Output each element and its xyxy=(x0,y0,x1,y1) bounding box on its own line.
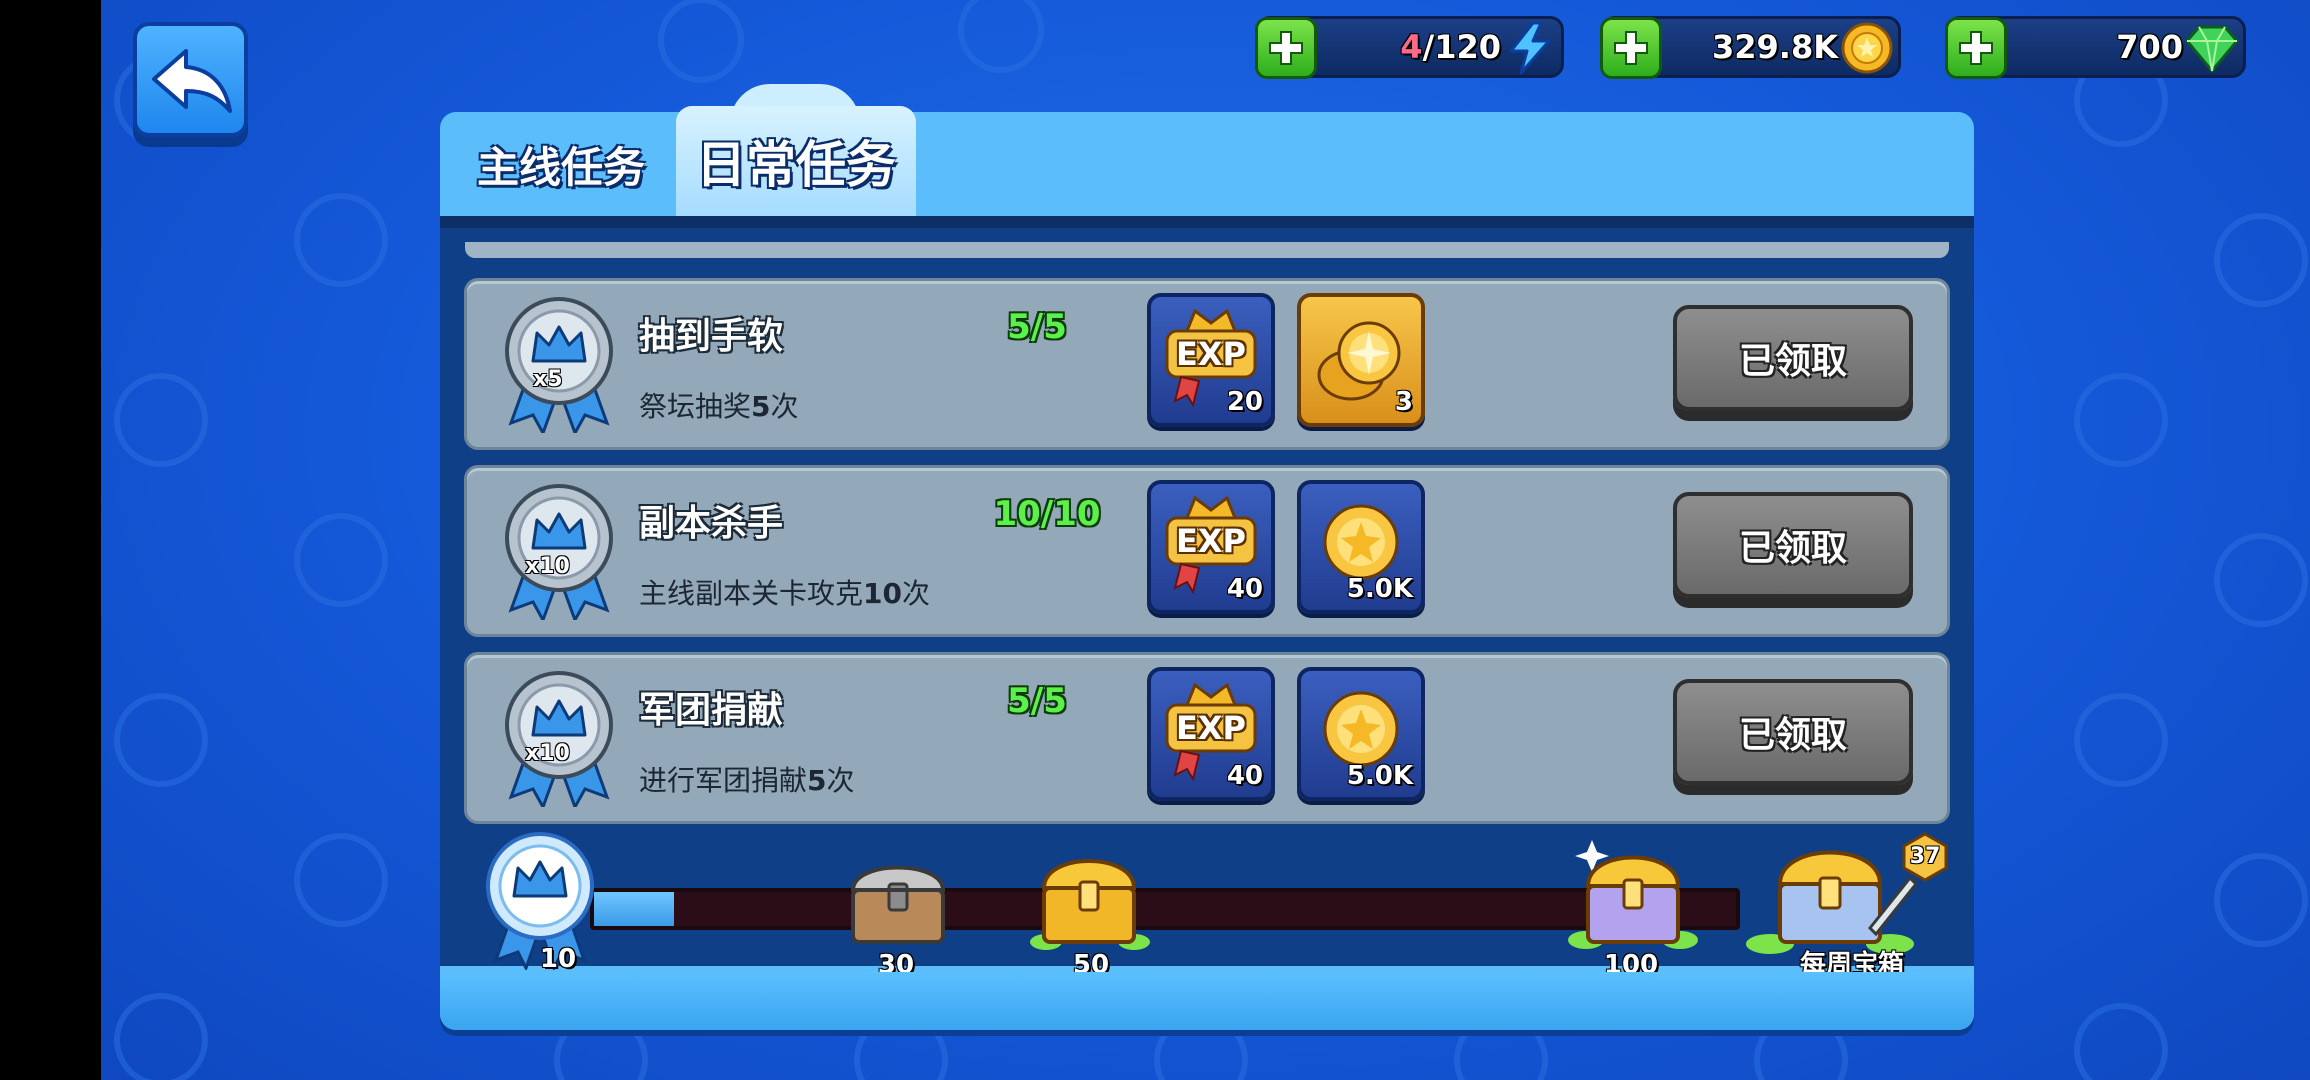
panel-bottom-bar xyxy=(440,972,1974,1030)
reward-quantity: 3 xyxy=(1394,387,1413,417)
reward-quantity: 40 xyxy=(1226,761,1263,791)
reward-exp[interactable]: EXP 40 xyxy=(1147,480,1275,614)
previous-row-edge xyxy=(465,242,1949,258)
task-row: x10 副本杀手 主线副本关卡攻克10次 10/10 EXP 40 5.0K 已… xyxy=(464,465,1950,637)
gem-icon xyxy=(2185,25,2239,73)
task-description: 进行军团捐献5次 xyxy=(639,764,855,797)
plus-icon xyxy=(1614,31,1648,65)
reward-coin[interactable]: 3 xyxy=(1297,293,1425,427)
task-panel: 主线任务 日常任务 x5 抽到手软 祭坛抽奖5次 5/5 EXP 20 3 已领… xyxy=(440,84,1974,1030)
reward-quantity: 5.0K xyxy=(1346,761,1413,791)
add-gems-button[interactable] xyxy=(1945,17,2007,79)
energy-value: 4/120 xyxy=(1400,28,1501,66)
tab-bar: 主线任务 日常任务 xyxy=(440,84,1974,216)
reward-coin[interactable]: 5.0K xyxy=(1297,480,1425,614)
exp-label: EXP xyxy=(1176,335,1246,373)
back-button[interactable] xyxy=(133,22,248,137)
claimed-button[interactable]: 已领取 xyxy=(1673,679,1913,785)
current-points-label: 10 xyxy=(539,944,577,974)
reward-coin[interactable]: 5.0K xyxy=(1297,667,1425,801)
weekly-level-badge: 37 xyxy=(1909,844,1941,869)
coin-bar: 329.8K xyxy=(1600,16,1901,79)
crown-medal-icon xyxy=(505,484,613,620)
task-description: 主线副本关卡攻克10次 xyxy=(639,577,930,610)
task-progress: 10/10 xyxy=(993,494,1101,534)
task-row: x5 抽到手软 祭坛抽奖5次 5/5 EXP 20 3 已领取 xyxy=(464,278,1950,450)
reward-exp[interactable]: EXP 20 xyxy=(1147,293,1275,427)
reward-quantity: 40 xyxy=(1226,574,1263,604)
crown-medal-icon xyxy=(505,671,613,807)
gold-chest-icon xyxy=(1030,859,1150,950)
medal-multiplier: x10 xyxy=(525,554,570,579)
exp-label: EXP xyxy=(1176,522,1246,560)
medal-multiplier: x5 xyxy=(533,367,563,392)
task-progress: 5/5 xyxy=(1007,681,1067,721)
silver-chest-icon xyxy=(850,865,946,944)
plus-icon xyxy=(1959,31,1993,65)
reward-quantity: 20 xyxy=(1226,387,1263,417)
reward-exp[interactable]: EXP 40 xyxy=(1147,667,1275,801)
gem-bar: 700 xyxy=(1945,16,2246,79)
task-title: 军团捐献 xyxy=(639,690,784,731)
task-row: x10 军团捐献 进行军团捐献5次 5/5 EXP 40 5.0K 已领取 xyxy=(464,652,1950,824)
exp-label: EXP xyxy=(1176,709,1246,747)
crown-medal-icon xyxy=(505,297,613,433)
reward-quantity: 5.0K xyxy=(1346,574,1413,604)
tab-main-quests[interactable]: 主线任务 xyxy=(456,112,666,216)
lightning-icon xyxy=(1509,21,1551,75)
claimed-button[interactable]: 已领取 xyxy=(1673,305,1913,411)
add-coins-button[interactable] xyxy=(1600,17,1662,79)
energy-bar: 4/120 xyxy=(1255,16,1564,79)
back-arrow-icon xyxy=(151,48,232,113)
gem-value: 700 xyxy=(2116,28,2183,66)
task-progress: 5/5 xyxy=(1007,307,1067,347)
coin-value: 329.8K xyxy=(1711,28,1838,66)
activity-progress-area: 10 30 50 100 每周宝箱 xyxy=(440,832,1974,980)
medal-multiplier: x10 xyxy=(525,741,570,766)
activity-progress-fill xyxy=(594,892,674,926)
task-title: 抽到手软 xyxy=(639,316,784,357)
task-title: 副本杀手 xyxy=(639,503,784,544)
rainbow-chest-icon xyxy=(1568,840,1698,949)
plus-icon xyxy=(1269,31,1303,65)
game-screen: 4/120 329.8K 700 主线任务 日常任务 x5 抽到手软 祭坛抽奖5… xyxy=(101,0,2310,1080)
add-energy-button[interactable] xyxy=(1255,17,1317,79)
coin-icon xyxy=(1841,22,1893,74)
task-list-area: x5 抽到手软 祭坛抽奖5次 5/5 EXP 20 3 已领取 x10 副本杀手… xyxy=(440,216,1974,980)
claimed-button[interactable]: 已领取 xyxy=(1673,492,1913,598)
task-description: 祭坛抽奖5次 xyxy=(639,390,799,423)
tab-daily-quests[interactable]: 日常任务 xyxy=(676,106,916,216)
